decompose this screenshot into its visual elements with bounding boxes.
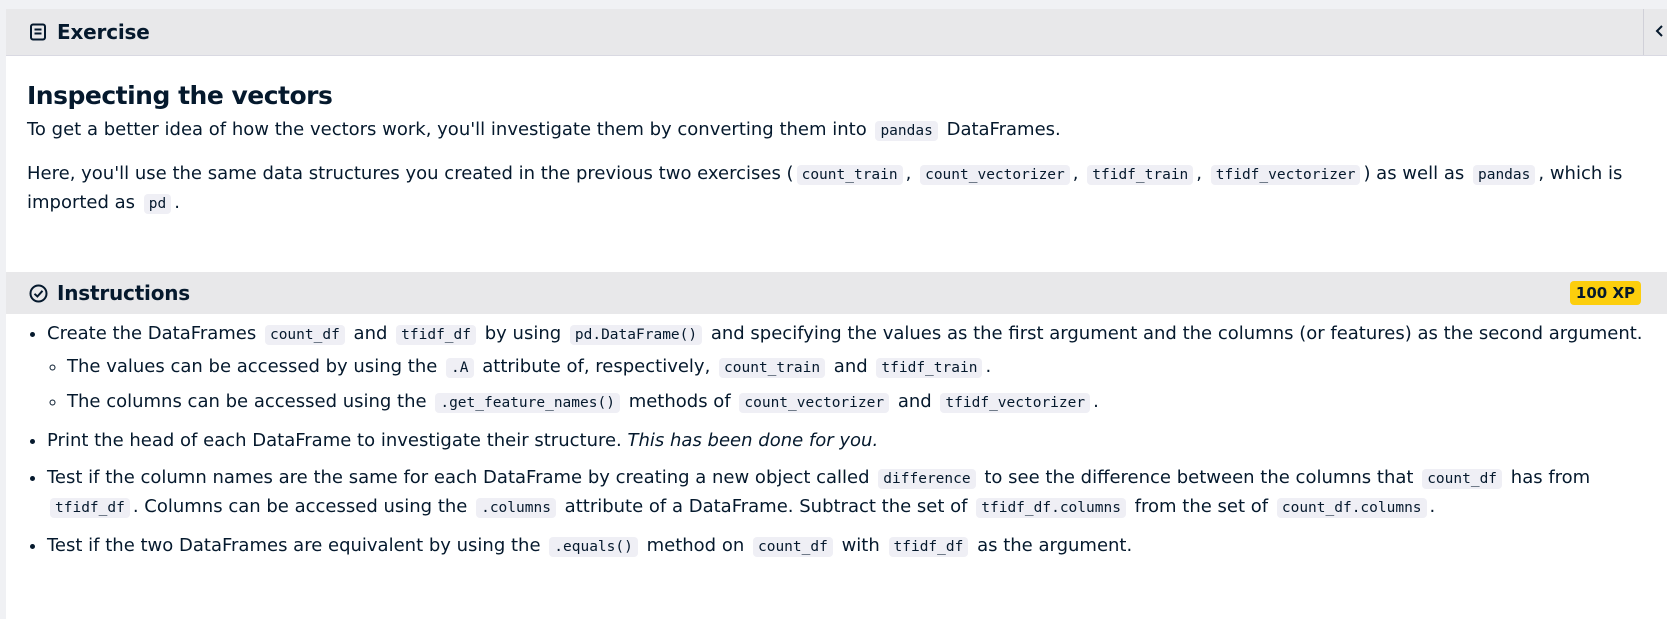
code-snippet: tfidf_train: [1087, 165, 1194, 185]
code-snippet: count_df.columns: [1276, 498, 1427, 518]
text: The columns can be accessed using the: [67, 391, 427, 412]
note-text: This has been done for you.: [627, 430, 879, 451]
text: and specifying the values as the first a…: [710, 323, 1643, 344]
text: by using: [484, 323, 562, 344]
code-snippet: tfidf_df: [888, 537, 969, 557]
text: attribute of, respectively,: [482, 356, 711, 377]
list-item: Print the head of each DataFrame to inve…: [47, 427, 1647, 454]
exercise-header-label: Exercise: [57, 20, 150, 44]
exercise-panel: Exercise Inspecting the vectors To get a…: [6, 9, 1667, 619]
text: To get a better idea of how the vectors …: [27, 119, 867, 140]
chevron-left-icon: [1653, 23, 1665, 42]
code-snippet: count_df: [752, 537, 833, 557]
text: and: [353, 323, 388, 344]
code-snippet: tfidf_df.columns: [976, 498, 1126, 518]
text: methods of: [628, 391, 731, 412]
exercise-header: Exercise: [6, 9, 1667, 56]
code-snippet: count_vectorizer: [920, 165, 1070, 185]
document-icon: [28, 22, 48, 42]
code-snippet: pandas: [1472, 165, 1536, 185]
text: DataFrames.: [946, 119, 1061, 140]
instructions-header-label: Instructions: [57, 281, 191, 305]
code-snippet: tfidf_train: [876, 358, 983, 378]
text: ) as well as: [1363, 163, 1465, 184]
list-item: Test if the two DataFrames are equivalen…: [47, 532, 1647, 561]
code-snippet: tfidf_vectorizer: [940, 393, 1091, 413]
text: ,: [1196, 163, 1203, 184]
sub-list-item: The values can be accessed by using the …: [67, 353, 1647, 382]
xp-badge: 100 XP: [1569, 281, 1641, 305]
code-snippet: pd: [143, 194, 172, 214]
code-snippet: count_train: [796, 165, 903, 185]
instructions-list: Create the DataFrames count_df and tfidf…: [28, 320, 1647, 571]
text: . Columns can be accessed using the: [132, 496, 468, 517]
text: Test if the two DataFrames are equivalen…: [47, 535, 541, 556]
code-snippet: pandas: [875, 121, 938, 141]
code-snippet: .get_feature_names(): [435, 393, 620, 413]
text: and: [897, 391, 932, 412]
sub-list-item: The columns can be accessed using the .g…: [67, 388, 1647, 417]
code-snippet: count_vectorizer: [739, 393, 890, 413]
code-snippet: tfidf_df: [396, 325, 476, 345]
list-item: Test if the column names are the same fo…: [47, 464, 1647, 522]
text: and: [833, 356, 868, 377]
code-snippet: .equals(): [549, 537, 638, 557]
instructions-header: Instructions 100 XP: [6, 272, 1667, 314]
text: .: [1093, 391, 1099, 412]
text: .: [985, 356, 992, 377]
code-snippet: pd.DataFrame(): [569, 325, 703, 345]
sub-list: The values can be accessed by using the …: [47, 353, 1647, 417]
code-snippet: count_df: [264, 325, 345, 345]
text: with: [841, 535, 880, 556]
code-snippet: tfidf_vectorizer: [1210, 165, 1361, 185]
text: Create the DataFrames: [47, 323, 257, 344]
text: from the set of: [1134, 496, 1269, 517]
code-snippet: count_df: [1422, 469, 1503, 489]
text: to see the difference between the column…: [984, 467, 1414, 488]
code-snippet: tfidf_df: [50, 498, 130, 518]
text: The values can be accessed by using the: [67, 356, 438, 377]
text: .: [174, 192, 180, 213]
text: Print the head of each DataFrame to inve…: [47, 430, 622, 451]
text: .: [1429, 496, 1436, 517]
intro-paragraph: To get a better idea of how the vectors …: [27, 116, 1627, 145]
text: ,: [905, 163, 912, 184]
exercise-title: Inspecting the vectors: [27, 81, 333, 110]
text: Test if the column names are the same fo…: [47, 467, 870, 488]
code-snippet: count_train: [719, 358, 826, 378]
check-circle-icon: [28, 283, 48, 303]
context-paragraph: Here, you'll use the same data structure…: [27, 160, 1627, 218]
code-snippet: .columns: [476, 498, 556, 518]
collapse-panel-button[interactable]: [1643, 9, 1667, 55]
text: ,: [1072, 163, 1079, 184]
text: has from: [1510, 467, 1591, 488]
text: Here, you'll use the same data structure…: [27, 163, 794, 184]
code-snippet: difference: [878, 469, 976, 489]
code-snippet: .A: [446, 358, 474, 378]
list-item: Create the DataFrames count_df and tfidf…: [47, 320, 1647, 417]
text: method on: [646, 535, 745, 556]
text: as the argument.: [977, 535, 1133, 556]
text: attribute of a DataFrame. Subtract the s…: [564, 496, 968, 517]
